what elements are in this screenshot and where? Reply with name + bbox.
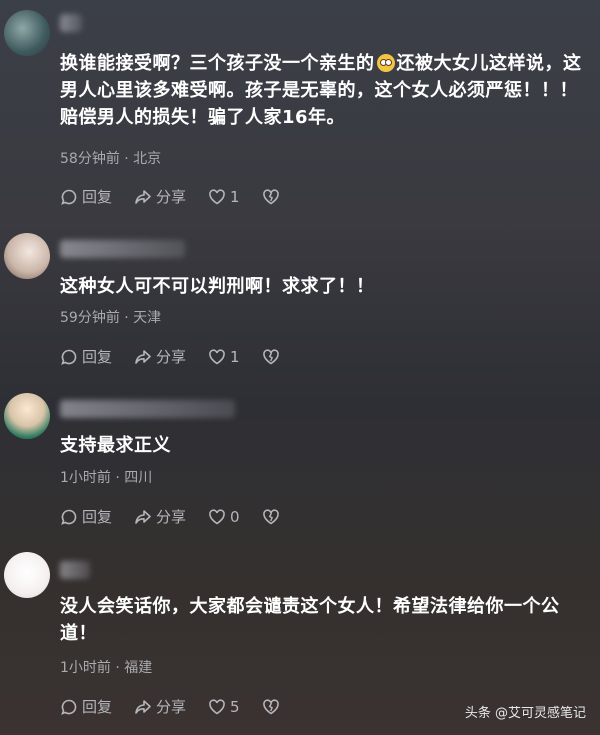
dislike-button[interactable] (262, 508, 284, 526)
share-button[interactable]: 分享 (134, 186, 186, 207)
comment-text: 支持最求正义 (60, 435, 171, 456)
watermark: 头条 @艾可灵感笔记 (464, 706, 586, 721)
heart-icon (209, 188, 225, 204)
like-button[interactable]: 1 (208, 348, 240, 366)
comment-text: 这种女人可不可以判刑啊！求求了！！ (60, 276, 375, 297)
heart-icon (209, 348, 225, 364)
reply-button[interactable]: 回复 (60, 186, 112, 207)
dislike-button[interactable] (262, 188, 284, 206)
broken-heart-icon (262, 508, 279, 524)
avatar[interactable] (4, 233, 50, 279)
share-arrow-icon (135, 349, 151, 364)
heart-icon (209, 698, 225, 714)
flushed-emoji-icon (376, 54, 395, 72)
reply-bubble-icon (61, 509, 77, 525)
like-count: 5 (230, 697, 240, 716)
comment-actions: 回复 分享 1 (60, 186, 306, 207)
share-arrow-icon (135, 189, 151, 204)
like-button[interactable]: 0 (208, 508, 240, 526)
comment-meta: 1小时前 · 福建 (60, 660, 153, 676)
comment-actions: 回复 分享 0 (60, 506, 306, 527)
comment-actions: 回复 分享 5 (60, 696, 306, 717)
dislike-button[interactable] (262, 698, 284, 716)
reply-bubble-icon (61, 349, 77, 365)
username-redacted[interactable] (60, 240, 185, 258)
like-count: 0 (230, 507, 240, 526)
like-count: 1 (230, 187, 240, 206)
share-button[interactable]: 分享 (134, 506, 186, 527)
avatar[interactable] (4, 10, 50, 56)
share-arrow-icon (135, 699, 151, 714)
reply-bubble-icon (61, 699, 77, 715)
comment-meta: 58分钟前 · 北京 (60, 151, 162, 167)
comment-text: 换谁能接受啊？三个孩子没一个亲生的 还被大女儿这样说，这男人心里该多难受啊。孩子是… (60, 53, 582, 128)
like-button[interactable]: 5 (208, 698, 240, 716)
share-button[interactable]: 分享 (134, 696, 186, 717)
reply-button[interactable]: 回复 (60, 346, 112, 367)
share-button[interactable]: 分享 (134, 346, 186, 367)
dislike-button[interactable] (262, 348, 284, 366)
avatar[interactable] (4, 552, 50, 598)
like-button[interactable]: 1 (208, 188, 240, 206)
comment-actions: 回复 分享 1 (60, 346, 306, 367)
comment-meta: 59分钟前 · 天津 (60, 310, 162, 326)
username-redacted[interactable] (60, 561, 90, 579)
username-redacted[interactable] (60, 400, 235, 418)
comment-meta: 1小时前 · 四川 (60, 470, 153, 486)
share-arrow-icon (135, 509, 151, 524)
reply-button[interactable]: 回复 (60, 696, 112, 717)
comment-text: 没人会笑话你，大家都会谴责这个女人！希望法律给你一个公道！ (60, 596, 560, 644)
broken-heart-icon (262, 698, 279, 714)
like-count: 1 (230, 347, 240, 366)
heart-icon (209, 508, 225, 524)
broken-heart-icon (262, 188, 279, 204)
username-redacted[interactable] (60, 14, 82, 32)
avatar[interactable] (4, 393, 50, 439)
broken-heart-icon (262, 348, 279, 364)
reply-bubble-icon (61, 189, 77, 205)
reply-button[interactable]: 回复 (60, 506, 112, 527)
